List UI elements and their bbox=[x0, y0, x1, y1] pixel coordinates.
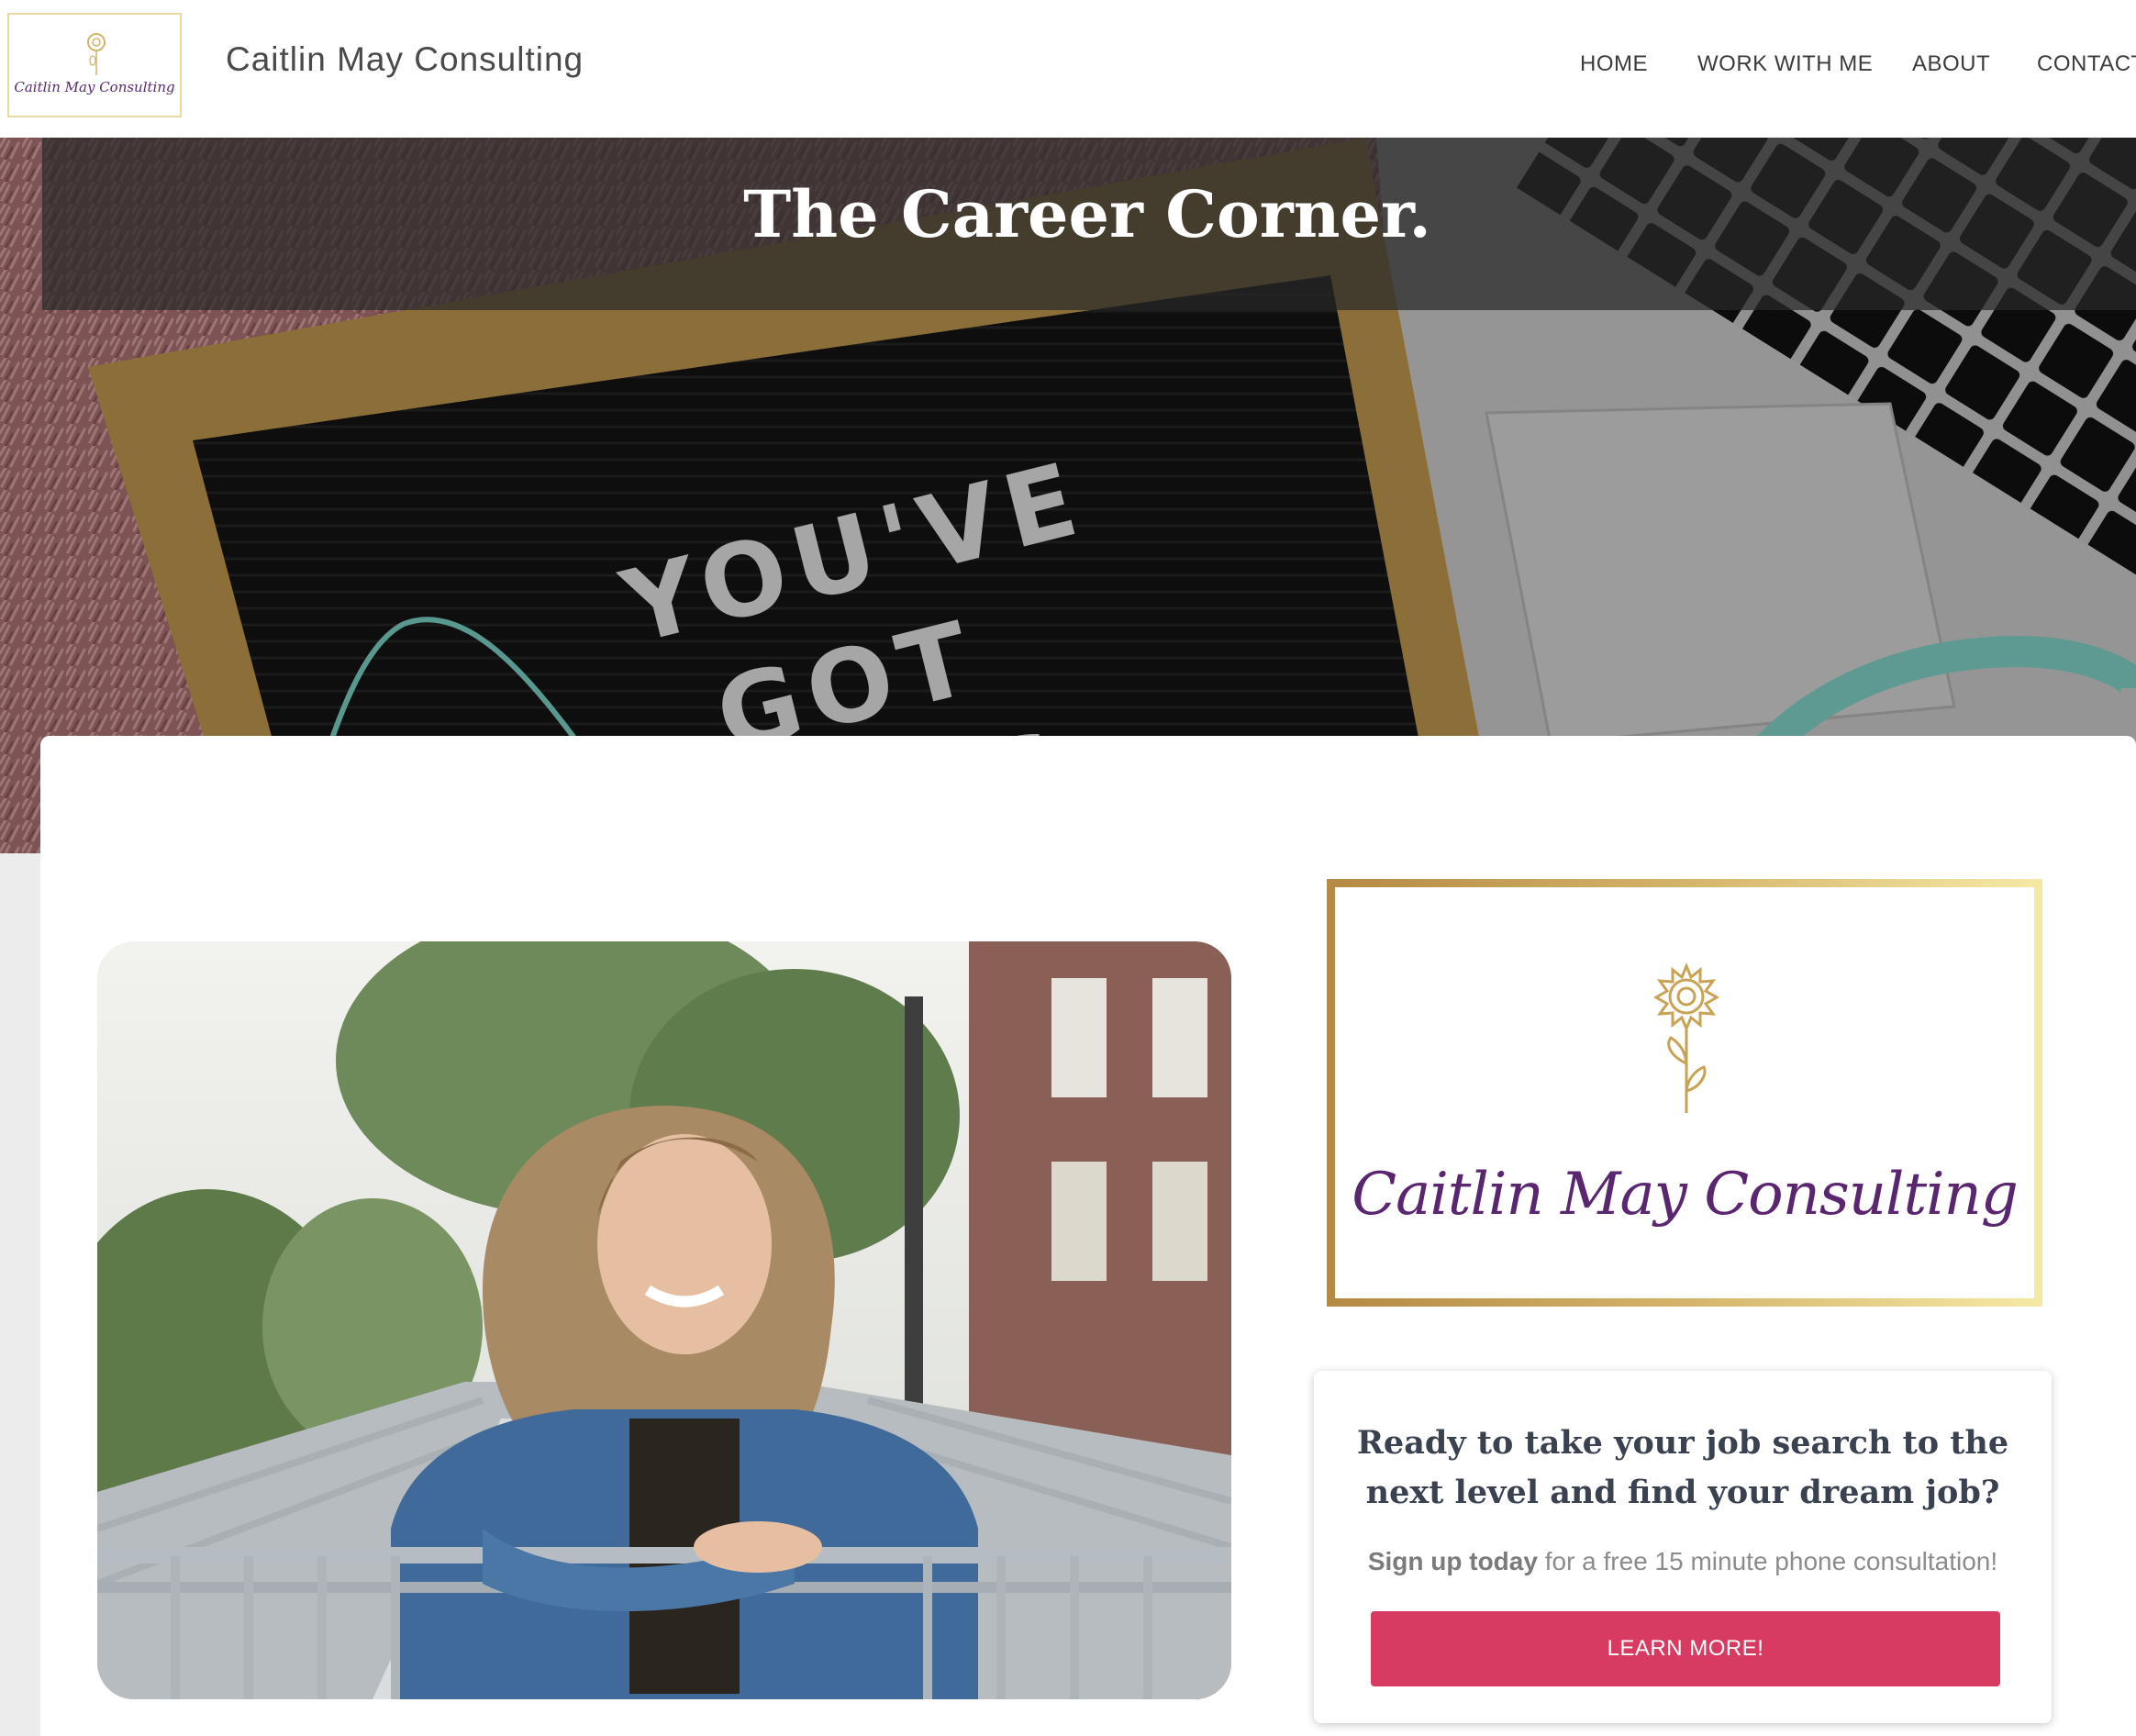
page-title: The Career Corner. bbox=[743, 176, 1431, 252]
brand-logo-box: Caitlin May Consulting bbox=[1327, 879, 2042, 1307]
logo-text: Caitlin May Consulting bbox=[14, 79, 175, 95]
site-title[interactable]: Caitlin May Consulting bbox=[226, 40, 584, 79]
nav-contact[interactable]: CONTACT bbox=[2037, 51, 2136, 77]
portrait-photo bbox=[97, 941, 1231, 1699]
content-card: Caitlin May Consulting Ready to take you… bbox=[40, 736, 2136, 1736]
nav-about[interactable]: ABOUT bbox=[1912, 51, 1990, 77]
cta-text-strong: Sign up today bbox=[1367, 1547, 1538, 1575]
cta-heading: Ready to take your job search to the nex… bbox=[1356, 1424, 2009, 1511]
site-header: Caitlin May Consulting Caitlin May Consu… bbox=[0, 0, 2136, 138]
learn-more-button[interactable]: LEARN MORE! bbox=[1371, 1611, 2000, 1686]
sunflower-icon bbox=[1653, 963, 1719, 1113]
cta-text-rest: for a free 15 minute phone consultation! bbox=[1537, 1547, 1998, 1575]
nav-home[interactable]: HOME bbox=[1580, 51, 1648, 77]
cta-text: Sign up today for a free 15 minute phone… bbox=[1314, 1547, 2052, 1576]
cta-card: Ready to take your job search to the nex… bbox=[1314, 1371, 2052, 1723]
sunflower-icon bbox=[87, 33, 106, 75]
brand-script-text: Caitlin May Consulting bbox=[1352, 1161, 2019, 1229]
nav-work-with-me[interactable]: WORK WITH ME bbox=[1697, 51, 1873, 77]
site-logo[interactable]: Caitlin May Consulting bbox=[7, 13, 182, 117]
